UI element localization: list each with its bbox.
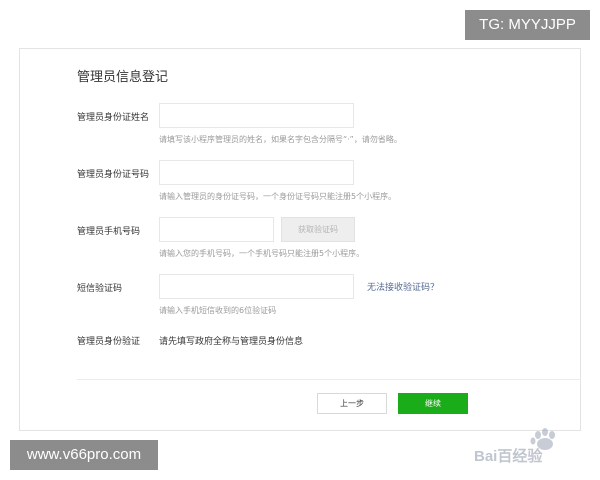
- name-label: 管理员身份证姓名: [77, 113, 150, 123]
- form-row-phone: 管理员手机号码 获取验证码 请输入您的手机号码，一个手机号码只能注册5个小程序。: [20, 217, 580, 277]
- sms-code-label: 短信验证码: [77, 284, 123, 294]
- page-title: 管理员信息登记: [77, 70, 169, 85]
- continue-button[interactable]: 继续: [398, 393, 468, 414]
- form-row-name: 管理员身份证姓名 请填写该小程序管理员的姓名，如果名字包含分隔号“·”，请勿省略…: [20, 103, 580, 163]
- registration-panel: 管理员信息登记 管理员身份证姓名 请填写该小程序管理员的姓名，如果名字包含分隔号…: [19, 48, 581, 465]
- form-row-verify: 管理员身份验证 请先填写政府全称与管理员身份信息: [20, 333, 580, 353]
- site-watermark: www.v66pro.com: [10, 440, 158, 470]
- phone-hint: 请输入您的手机号码，一个手机号码只能注册5个小程序。: [159, 249, 365, 258]
- sms-code-hint: 请输入手机短信收到的6位验证码: [159, 306, 277, 315]
- cant-receive-code-link[interactable]: 无法接收验证码？: [367, 280, 439, 293]
- verify-label: 管理员身份验证: [77, 337, 141, 347]
- phone-label: 管理员手机号码: [77, 227, 141, 237]
- form-row-sms-code: 短信验证码 无法接收验证码？ 请输入手机短信收到的6位验证码: [20, 274, 580, 334]
- get-code-button[interactable]: 获取验证码: [281, 217, 355, 242]
- id-number-label: 管理员身份证号码: [77, 170, 150, 180]
- sms-code-input[interactable]: [159, 274, 354, 299]
- tg-watermark: TG: MYYJJPP: [465, 10, 590, 40]
- form-row-id-number: 管理员身份证号码 请输入管理员的身份证号码，一个身份证号码只能注册5个小程序。: [20, 160, 580, 220]
- prev-step-button[interactable]: 上一步: [317, 393, 387, 414]
- verify-value: 请先填写政府全称与管理员身份信息: [159, 337, 304, 347]
- baidu-watermark-icon: Bai百经验: [474, 428, 555, 465]
- baidu-watermark-text: Bai百经验: [474, 447, 543, 465]
- name-input[interactable]: [159, 103, 354, 128]
- id-number-input[interactable]: [159, 160, 354, 185]
- id-number-hint: 请输入管理员的身份证号码，一个身份证号码只能注册5个小程序。: [159, 192, 397, 201]
- phone-input[interactable]: [159, 217, 274, 242]
- footer-divider: [77, 379, 581, 380]
- name-hint: 请填写该小程序管理员的姓名，如果名字包含分隔号“·”，请勿省略。: [159, 135, 402, 144]
